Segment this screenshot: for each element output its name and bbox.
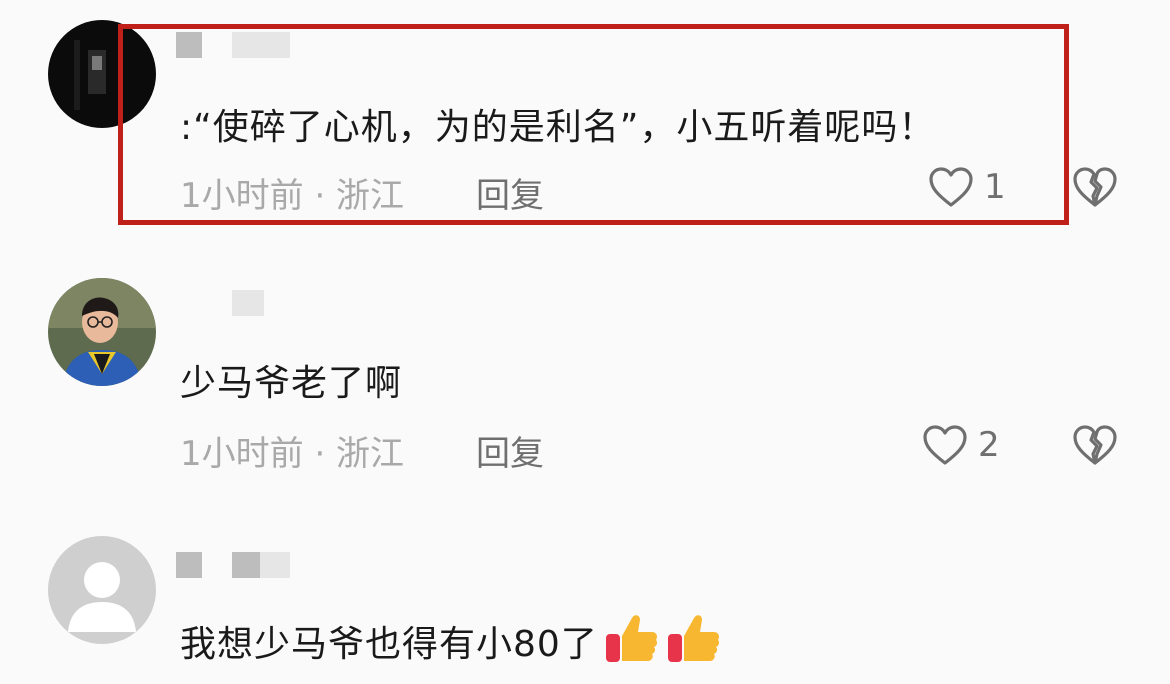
dislike-button[interactable] [1072,424,1118,470]
heart-outline-icon [923,425,967,465]
avatar[interactable] [48,20,156,128]
comment-item: :“使碎了心机，为的是利名”，小五听着呢吗！ 1小时前 · 浙江 回复 1 [0,0,1170,250]
comment-text: 少马爷老了啊 [180,363,403,404]
avatar[interactable] [48,278,156,386]
broken-heart-icon [1073,425,1117,465]
comment-text-content: 我想少马爷也得有小80了 [180,624,598,665]
reply-button[interactable]: 回复 [476,426,544,475]
comment-text: 我想少马爷也得有小80了 [180,610,722,675]
avatar[interactable] [48,536,156,644]
like-count: 2 [978,425,1000,465]
thumbs-up-emoji [664,610,722,675]
dislike-button[interactable] [1072,166,1118,212]
comment-time-location: 1小时前 · 浙江 [180,176,405,216]
like-count: 1 [984,167,1006,207]
like-button[interactable]: 2 [922,424,1000,466]
like-button[interactable]: 1 [928,166,1006,208]
comment-time-location: 1小时前 · 浙江 [180,434,405,474]
heart-outline-icon [929,167,973,207]
comment-text: :“使碎了心机，为的是利名”，小五听着呢吗！ [180,107,936,148]
reply-button[interactable]: 回复 [476,168,544,217]
comment-item: 少马爷老了啊 1小时前 · 浙江 回复 2 [0,250,1170,520]
broken-heart-icon [1073,167,1117,207]
comment-item: 我想少马爷也得有小80了 [0,520,1170,684]
thumbs-up-emoji [602,610,660,675]
